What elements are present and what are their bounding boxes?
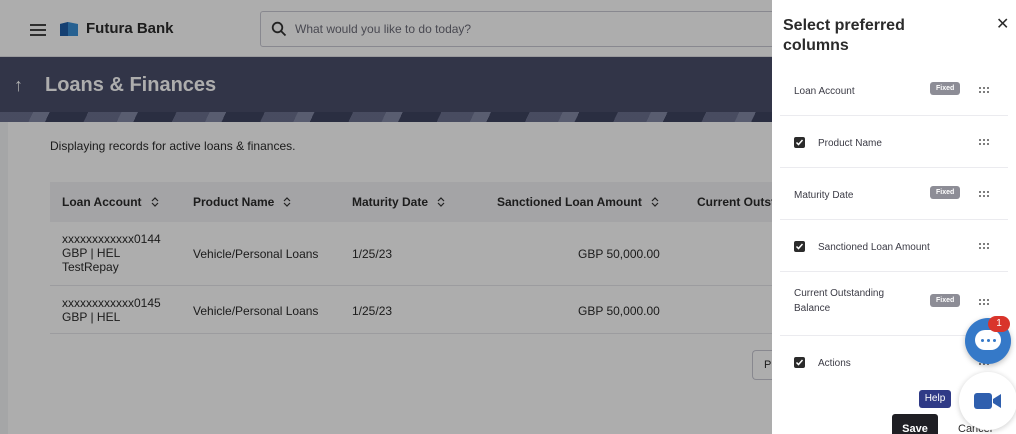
column-option-product-name[interactable]: Product Name — [780, 116, 1008, 168]
column-option-label: Sanctioned Loan Amount — [818, 242, 930, 253]
column-option-loan-account[interactable]: Loan Account Fixed — [780, 64, 1008, 116]
checkbox-checked[interactable] — [794, 137, 805, 148]
column-option-maturity-date[interactable]: Maturity Date Fixed — [780, 168, 1008, 220]
close-icon[interactable]: ✕ — [996, 14, 1009, 34]
drag-handle-icon[interactable] — [978, 298, 990, 306]
drag-handle-icon[interactable] — [978, 190, 990, 198]
panel-title: Select preferred columns — [783, 17, 905, 54]
video-call-button[interactable] — [959, 372, 1016, 430]
chat-bubble-icon — [975, 330, 1001, 350]
fixed-badge: Fixed — [930, 294, 961, 307]
video-camera-icon — [974, 393, 1001, 409]
column-option-label: Current Outstanding Balance — [794, 288, 885, 314]
drag-handle-icon[interactable] — [978, 138, 990, 146]
fixed-badge: Fixed — [930, 186, 961, 199]
column-option-label: Loan Account — [794, 86, 855, 97]
column-option-label: Product Name — [818, 138, 882, 149]
drag-handle-icon[interactable] — [978, 86, 990, 94]
notification-badge: 1 — [988, 316, 1010, 332]
column-option-label: Actions — [818, 358, 851, 369]
save-button[interactable]: Save — [892, 414, 938, 434]
column-option-sanctioned-amount[interactable]: Sanctioned Loan Amount — [780, 220, 1008, 272]
checkbox-checked[interactable] — [794, 241, 805, 252]
help-button[interactable]: Help — [919, 390, 951, 408]
drag-handle-icon[interactable] — [978, 242, 990, 250]
modal-overlay[interactable] — [0, 0, 772, 434]
fixed-badge: Fixed — [930, 82, 961, 95]
select-columns-panel: Select preferred columns ✕ Loan Account … — [772, 0, 1016, 434]
column-option-label: Maturity Date — [794, 190, 854, 201]
checkbox-checked[interactable] — [794, 357, 805, 368]
